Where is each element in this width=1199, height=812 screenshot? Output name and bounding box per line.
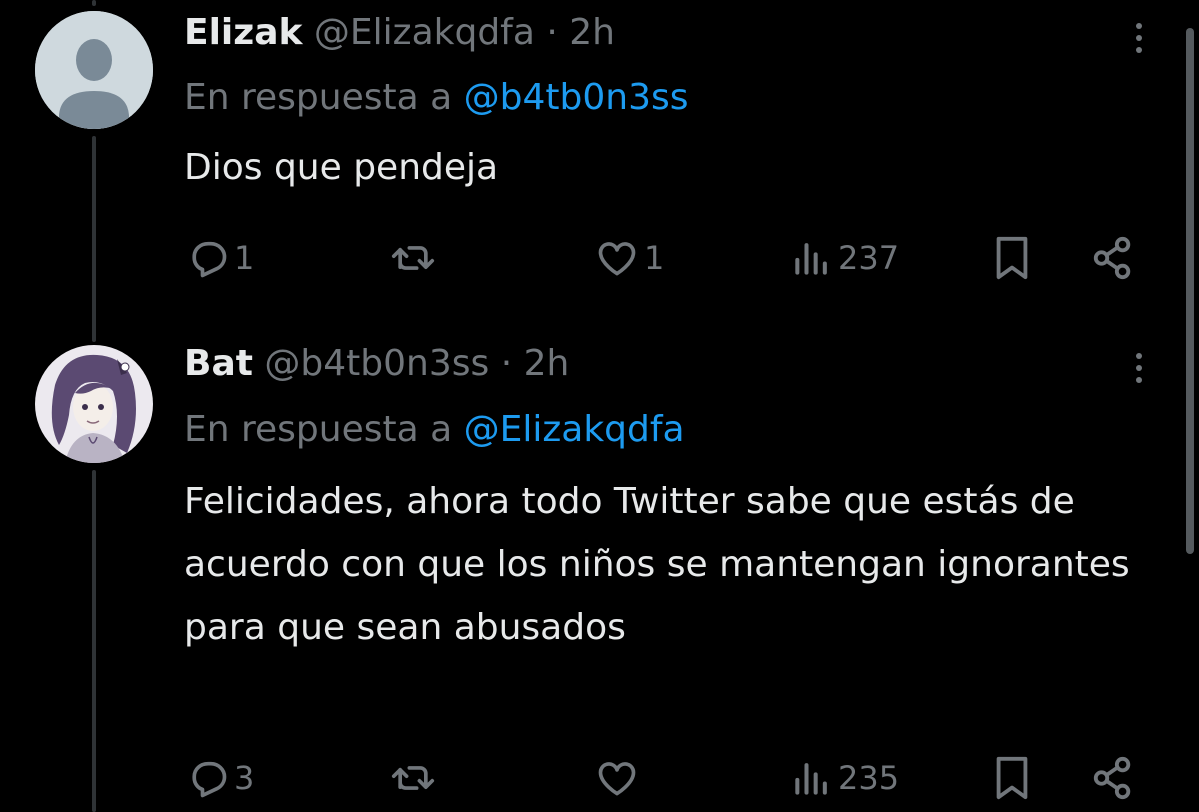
views-button[interactable]: 237: [790, 234, 899, 282]
bookmark-button[interactable]: [992, 754, 1032, 802]
timestamp[interactable]: 2h: [524, 343, 570, 384]
reply-prefix: En respuesta a: [184, 409, 453, 450]
reply-button[interactable]: 3: [186, 754, 254, 802]
views-count: 237: [838, 239, 900, 277]
reply-prefix: En respuesta a: [184, 77, 453, 118]
bookmark-icon: [996, 236, 1028, 280]
tweet[interactable]: Bat @b4tb0n3ss · 2h En respuesta a @Eliz…: [0, 330, 1199, 812]
separator-dot: ·: [546, 12, 558, 53]
share-icon: [1093, 236, 1131, 280]
thread-view: Elizak @Elizakqdfa · 2h En respuesta a @…: [0, 0, 1199, 812]
views-button[interactable]: 235: [790, 754, 899, 802]
like-button[interactable]: [594, 754, 644, 802]
separator-dot: ·: [500, 343, 513, 384]
timestamp[interactable]: 2h: [569, 12, 615, 53]
views-count: 235: [838, 759, 900, 797]
default-avatar-icon: [35, 11, 153, 129]
display-name[interactable]: Bat: [184, 343, 253, 384]
tweet-text: Dios que pendeja: [184, 147, 499, 188]
action-bar: 1 1 237: [0, 234, 1199, 282]
user-handle[interactable]: @b4tb0n3ss: [264, 343, 489, 384]
share-button[interactable]: [1090, 754, 1136, 802]
tweet-header: Bat @b4tb0n3ss · 2h: [184, 342, 569, 386]
reply-context: En respuesta a @b4tb0n3ss: [184, 76, 688, 120]
like-count: 1: [644, 239, 665, 277]
share-icon: [1093, 756, 1131, 800]
views-chart-icon: [795, 243, 827, 275]
reply-count: 1: [234, 239, 255, 277]
heart-icon: [598, 762, 636, 796]
display-name[interactable]: Elizak: [184, 12, 302, 53]
heart-icon: [598, 242, 636, 276]
reply-icon: [192, 241, 227, 278]
bookmark-icon: [996, 756, 1028, 800]
more-options-icon[interactable]: [1125, 346, 1153, 390]
retweet-button[interactable]: [388, 754, 442, 802]
reply-button[interactable]: 1: [186, 234, 254, 282]
tweet[interactable]: Elizak @Elizakqdfa · 2h En respuesta a @…: [0, 0, 1199, 330]
reply-count: 3: [234, 759, 255, 797]
reply-mention-link[interactable]: @b4tb0n3ss: [464, 77, 689, 118]
retweet-button[interactable]: [388, 234, 442, 282]
bookmark-button[interactable]: [992, 234, 1032, 282]
retweet-icon: [391, 246, 435, 270]
like-button[interactable]: 1: [594, 234, 664, 282]
reply-icon: [192, 761, 227, 798]
anime-girl-avatar: [35, 345, 153, 463]
more-options-icon[interactable]: [1125, 16, 1153, 60]
avatar[interactable]: [35, 345, 153, 463]
action-bar: 3 235: [0, 754, 1199, 802]
avatar[interactable]: [35, 11, 153, 129]
tweet-header: Elizak @Elizakqdfa · 2h: [184, 11, 615, 55]
scrollbar[interactable]: [1186, 28, 1194, 554]
user-handle[interactable]: @Elizakqdfa: [314, 12, 535, 53]
retweet-icon: [391, 766, 435, 790]
reply-mention-link[interactable]: @Elizakqdfa: [464, 409, 685, 450]
reply-context: En respuesta a @Elizakqdfa: [184, 408, 685, 452]
tweet-text: Felicidades, ahora todo Twitter sabe que…: [184, 481, 1130, 648]
share-button[interactable]: [1090, 234, 1136, 282]
views-chart-icon: [795, 763, 827, 795]
